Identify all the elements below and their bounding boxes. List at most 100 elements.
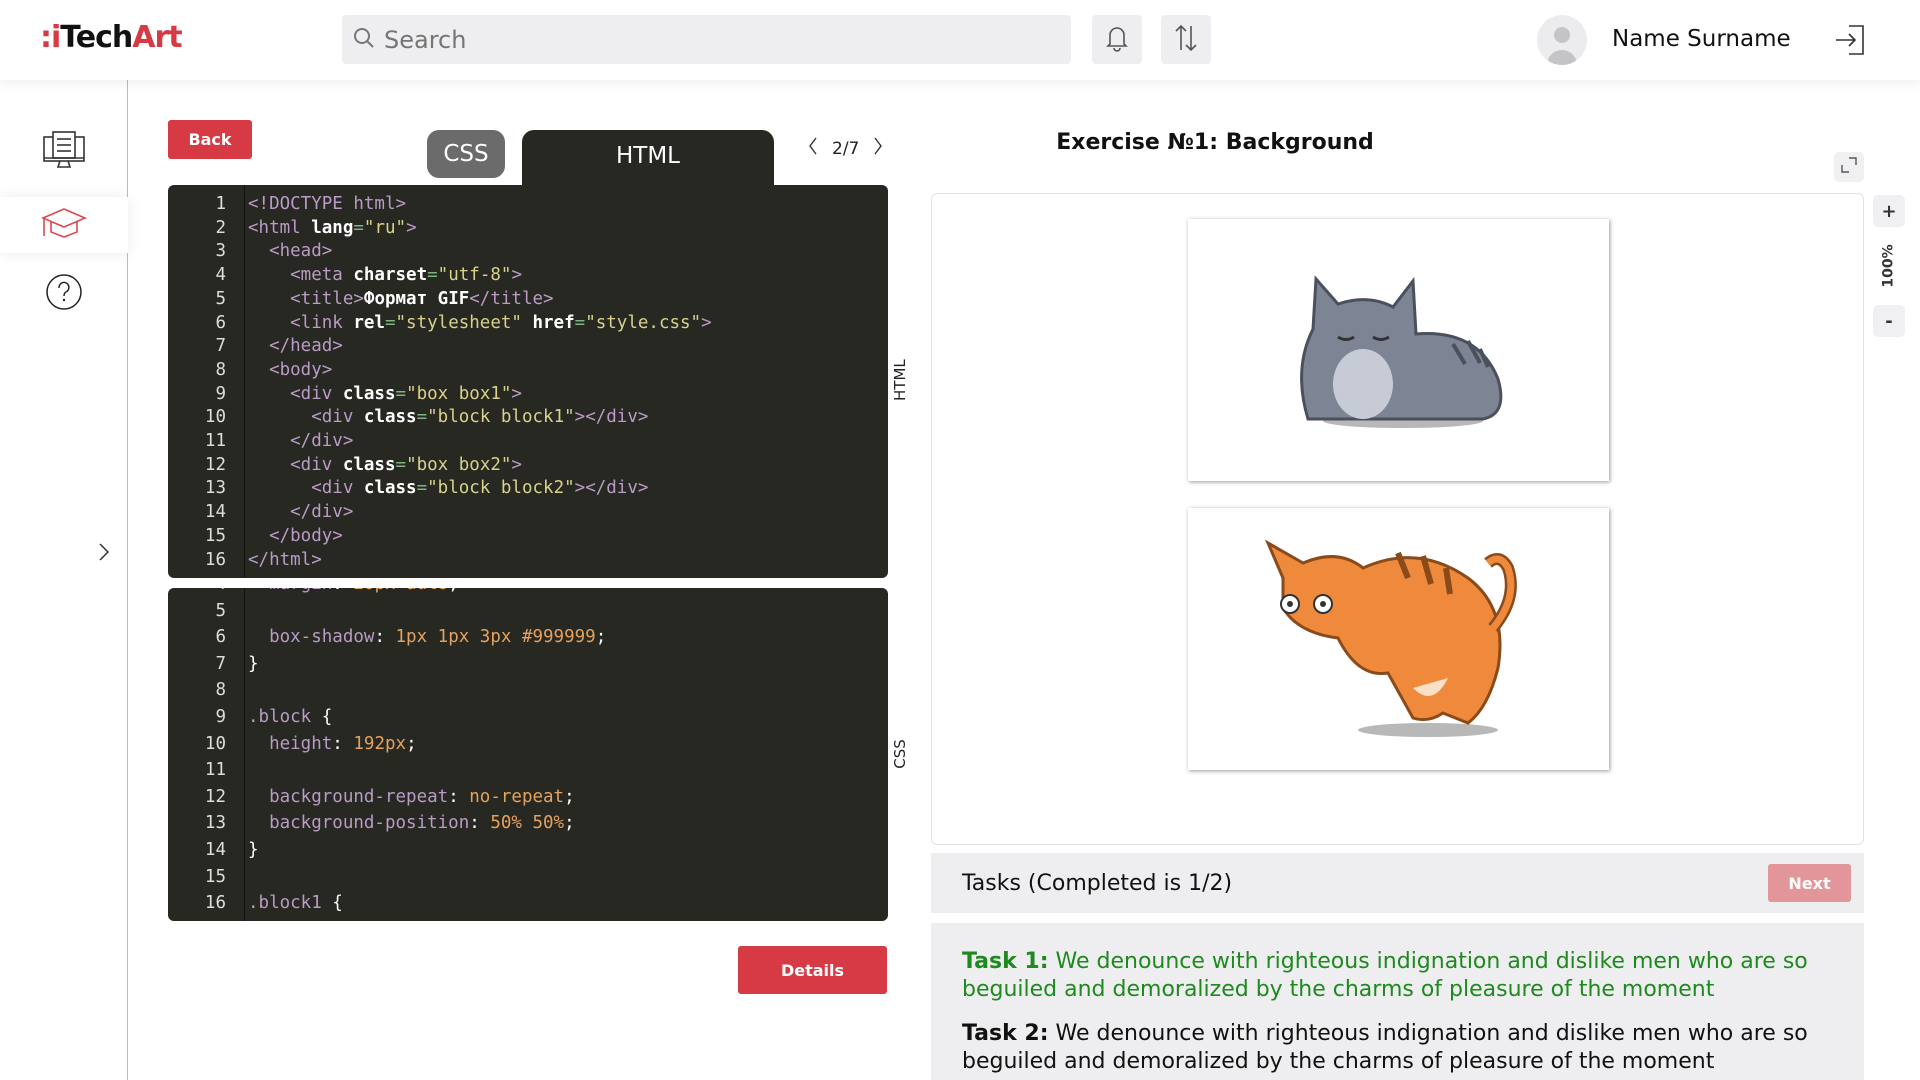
avatar[interactable] [1537,15,1587,65]
back-button[interactable]: Back [168,120,252,159]
search-input[interactable] [384,25,984,54]
line-number: 15 [204,866,226,887]
code-token: <div [248,407,364,428]
code-token: class [342,383,396,404]
line-number: 3 [215,241,226,262]
code-token: </div> [248,502,354,523]
line-number: 13 [204,478,226,499]
code-line: 6 <link rel="stylesheet" href="style.css… [168,312,711,333]
code-token: : [332,588,353,594]
search-bar[interactable] [342,15,1071,64]
line-number: 4 [168,588,226,594]
line-number: 11 [204,431,226,451]
logout-icon[interactable] [1833,24,1867,60]
line-number: 4 [215,265,226,286]
chevron-right-icon[interactable] [873,137,883,160]
code-token: margin [248,588,332,594]
line-number: 16 [204,893,226,914]
sidebar-item-education[interactable] [0,197,128,253]
help-icon [45,273,83,315]
task-item-completed: Task 1: We denounce with righteous indig… [962,949,1808,1002]
code-token: ></div> [574,407,649,428]
next-button[interactable]: Next [1768,864,1851,902]
code-token: <div [248,478,364,499]
chevron-right-icon[interactable] [97,542,111,566]
user-name[interactable]: Name Surname [1612,26,1791,52]
code-token: <link [248,312,354,333]
sort-button[interactable] [1161,15,1211,64]
code-token: : [374,627,396,648]
sidebar-item-courses[interactable] [0,125,127,181]
code-token: ; [564,786,575,807]
code-token: "utf-8" [437,265,512,286]
code-line: 16 .block1 { [168,893,343,913]
code-token: "block block1" [427,407,575,428]
css-editor-label: CSS [891,739,909,769]
tasks-header: Tasks (Completed is 1/2) [931,853,1864,913]
zoom-out-button[interactable]: - [1873,305,1905,337]
code-token: "ru" [363,217,407,238]
code-token: class [342,454,396,475]
code-token: </body> [248,525,343,546]
code-line: 10 <div class="block block1"></div> [168,407,649,428]
code-token: class [363,478,417,499]
code-token: = [353,217,364,238]
expand-button[interactable] [1834,152,1864,182]
code-token: </head> [248,336,343,357]
code-token: "box box1" [406,383,512,404]
line-number: 10 [204,733,226,754]
line-number: 16 [204,549,226,570]
code-token: <meta [248,265,354,286]
page-indicator: 2/7 [832,138,860,159]
code-token: charset [353,265,428,286]
code-token: .block [248,707,322,727]
code-line: 2 <html lang="ru"> [168,217,416,238]
line-number: 2 [215,217,226,238]
logo[interactable]: :iTechArt [40,20,183,55]
code-token: </title> [469,288,554,309]
zoom-control: + 100% - [1873,195,1905,337]
tab-html[interactable]: HTML [522,130,774,186]
pager: 2/7 [808,137,883,160]
code-line: 4 <meta charset="utf-8"> [168,265,522,285]
code-token: "block block2" [427,478,575,499]
gray-cat-image [1188,219,1609,481]
html-editor-label: HTML [891,359,909,401]
tasks-title: Tasks (Completed is 1/2) [962,870,1233,896]
monitor-icon [42,131,86,175]
code-token: = [384,312,396,333]
line-number: 14 [204,840,226,860]
html-code-editor[interactable]: 1 <!DOCTYPE html> 2 <html lang="ru"> 3 <head… [168,185,888,578]
code-line: 8 <body> [168,360,332,380]
code-token: : [332,733,354,754]
sidebar [0,80,128,1080]
code-line: 14} [168,840,259,860]
sidebar-item-help[interactable] [0,266,127,322]
notifications-button[interactable] [1092,15,1142,64]
code-line: 7 </head> [168,336,343,357]
code-line: 16 </html> [168,550,322,570]
details-button[interactable]: Details [738,946,887,994]
line-number: 13 [204,813,226,834]
code-token: background-position [248,813,470,834]
chevron-left-icon[interactable] [808,137,818,160]
code-token: <body> [248,359,333,380]
code-token: = [416,407,428,428]
code-line: 12 <div class="box box2"> [168,455,522,475]
orange-cat-image [1188,508,1609,770]
css-code-editor[interactable]: 4 margin: 20px auto; 5 6 box-shadow: 1px 1… [168,588,888,921]
code-token: Формат GIF [363,288,470,309]
code-token: <head> [248,241,333,262]
line-number: 8 [215,359,226,380]
code-token: <html [248,217,312,238]
code-token: ></div> [574,478,649,499]
zoom-level: 100% [1881,244,1898,288]
code-token: <title> [248,288,364,309]
code-token: </html> [248,549,322,570]
zoom-in-button[interactable]: + [1873,195,1905,227]
tab-css[interactable]: CSS [427,130,505,178]
code-line: 9 <div class="box box1"> [168,384,522,404]
line-number: 6 [215,627,226,648]
code-token: <div [248,454,343,475]
code-token: ; [406,733,417,754]
